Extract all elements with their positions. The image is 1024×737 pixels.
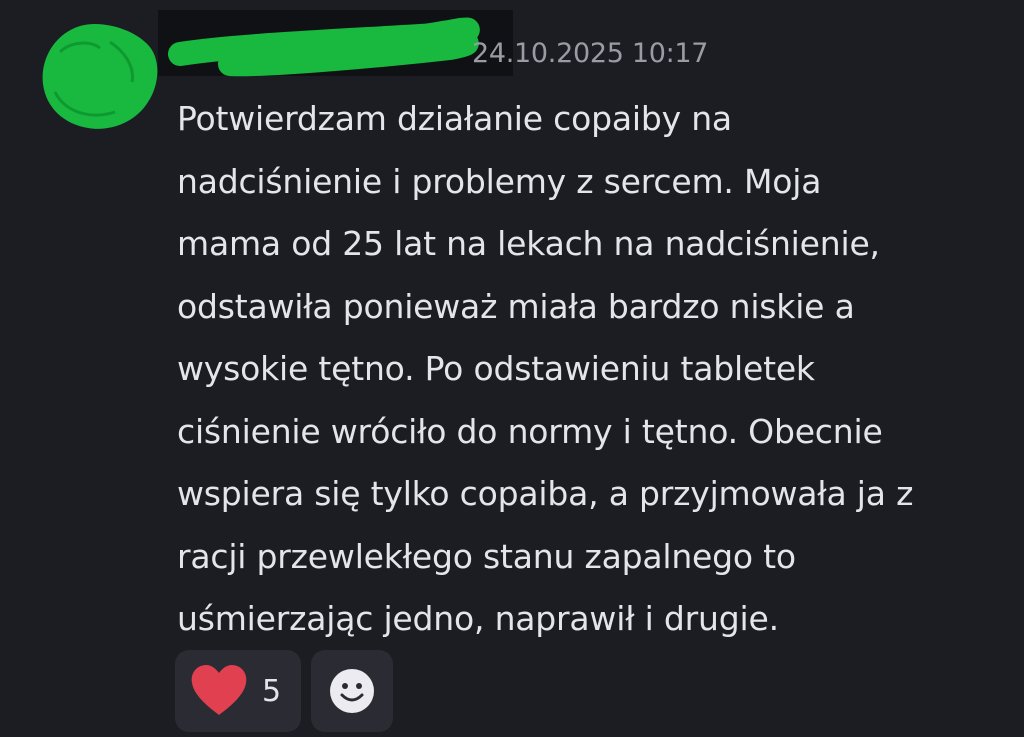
username-redaction — [158, 10, 513, 77]
message-text-line: nadciśnienie i problemy z sercem. Moja — [177, 161, 822, 201]
message-text-line: Potwierdzam działanie copaiby na — [177, 99, 732, 138]
message-body: Potwierdzam działanie copaiby na nadciśn… — [177, 88, 1017, 651]
message-timestamp: 24.10.2025 10:17 — [472, 38, 709, 69]
message-text-line: ciśnienie wróciło do normy i tętno. Obec… — [177, 411, 883, 451]
reaction-count: 5 — [262, 673, 282, 709]
message-text-line: racji przewlekłego stanu zapalnego to — [177, 536, 796, 576]
message-text-line: uśmierzając jedno, naprawił i drugie. — [177, 599, 779, 638]
heart-icon — [190, 665, 248, 717]
chat-message: 24.10.2025 10:17 Potwierdzam działanie c… — [0, 0, 1024, 737]
reactions-bar: 5 — [175, 650, 393, 732]
message-text-line: wysokie tętno. Po odstawieniu tabletek — [177, 349, 815, 388]
add-reaction-button[interactable] — [311, 650, 393, 732]
message-text-line: mama od 25 lat na lekach na nadciśnienie… — [177, 224, 880, 263]
add-reaction-smiley-icon — [329, 668, 375, 714]
message-text-line: odstawiła ponieważ miała bardzo niskie a — [177, 286, 855, 326]
heart-reaction-button[interactable]: 5 — [175, 650, 301, 732]
message-text-line: wspiera się tylko copaiba, a przyjmowała… — [177, 474, 914, 513]
